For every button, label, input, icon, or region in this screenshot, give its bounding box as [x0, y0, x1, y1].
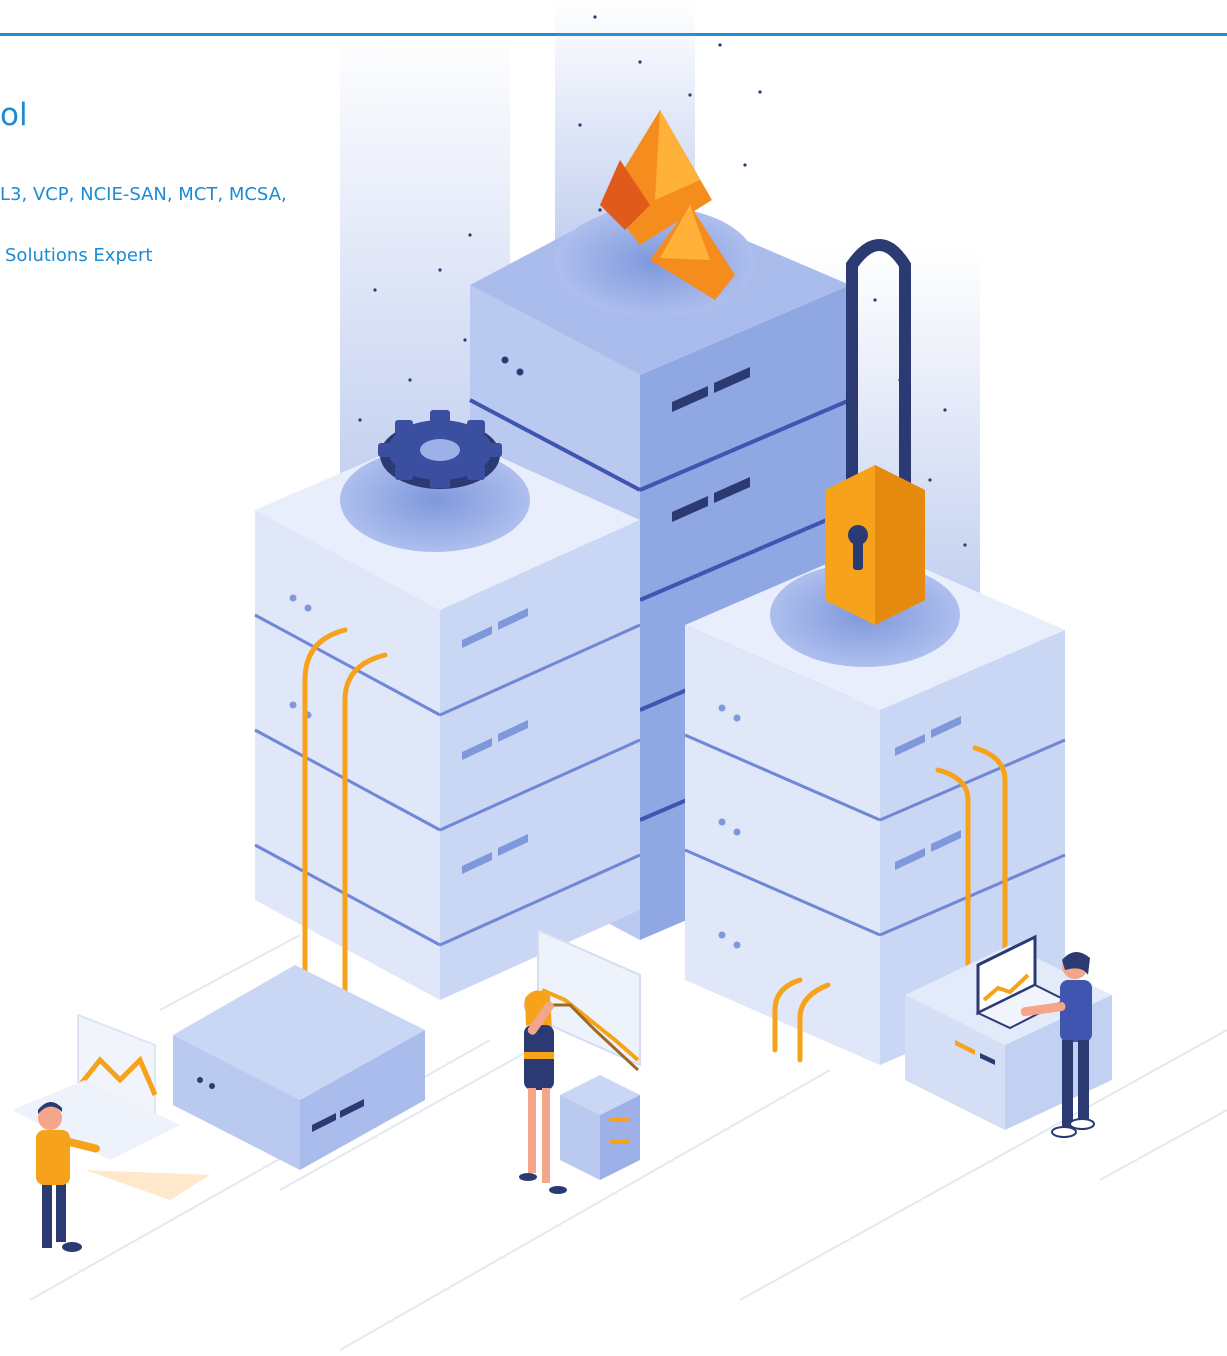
mini-server-stack [560, 1075, 640, 1180]
gear-icon [378, 410, 502, 489]
datacenter-illustration [12, 0, 1227, 1351]
network-switch [173, 965, 425, 1170]
server-tower-left [254, 430, 641, 1000]
